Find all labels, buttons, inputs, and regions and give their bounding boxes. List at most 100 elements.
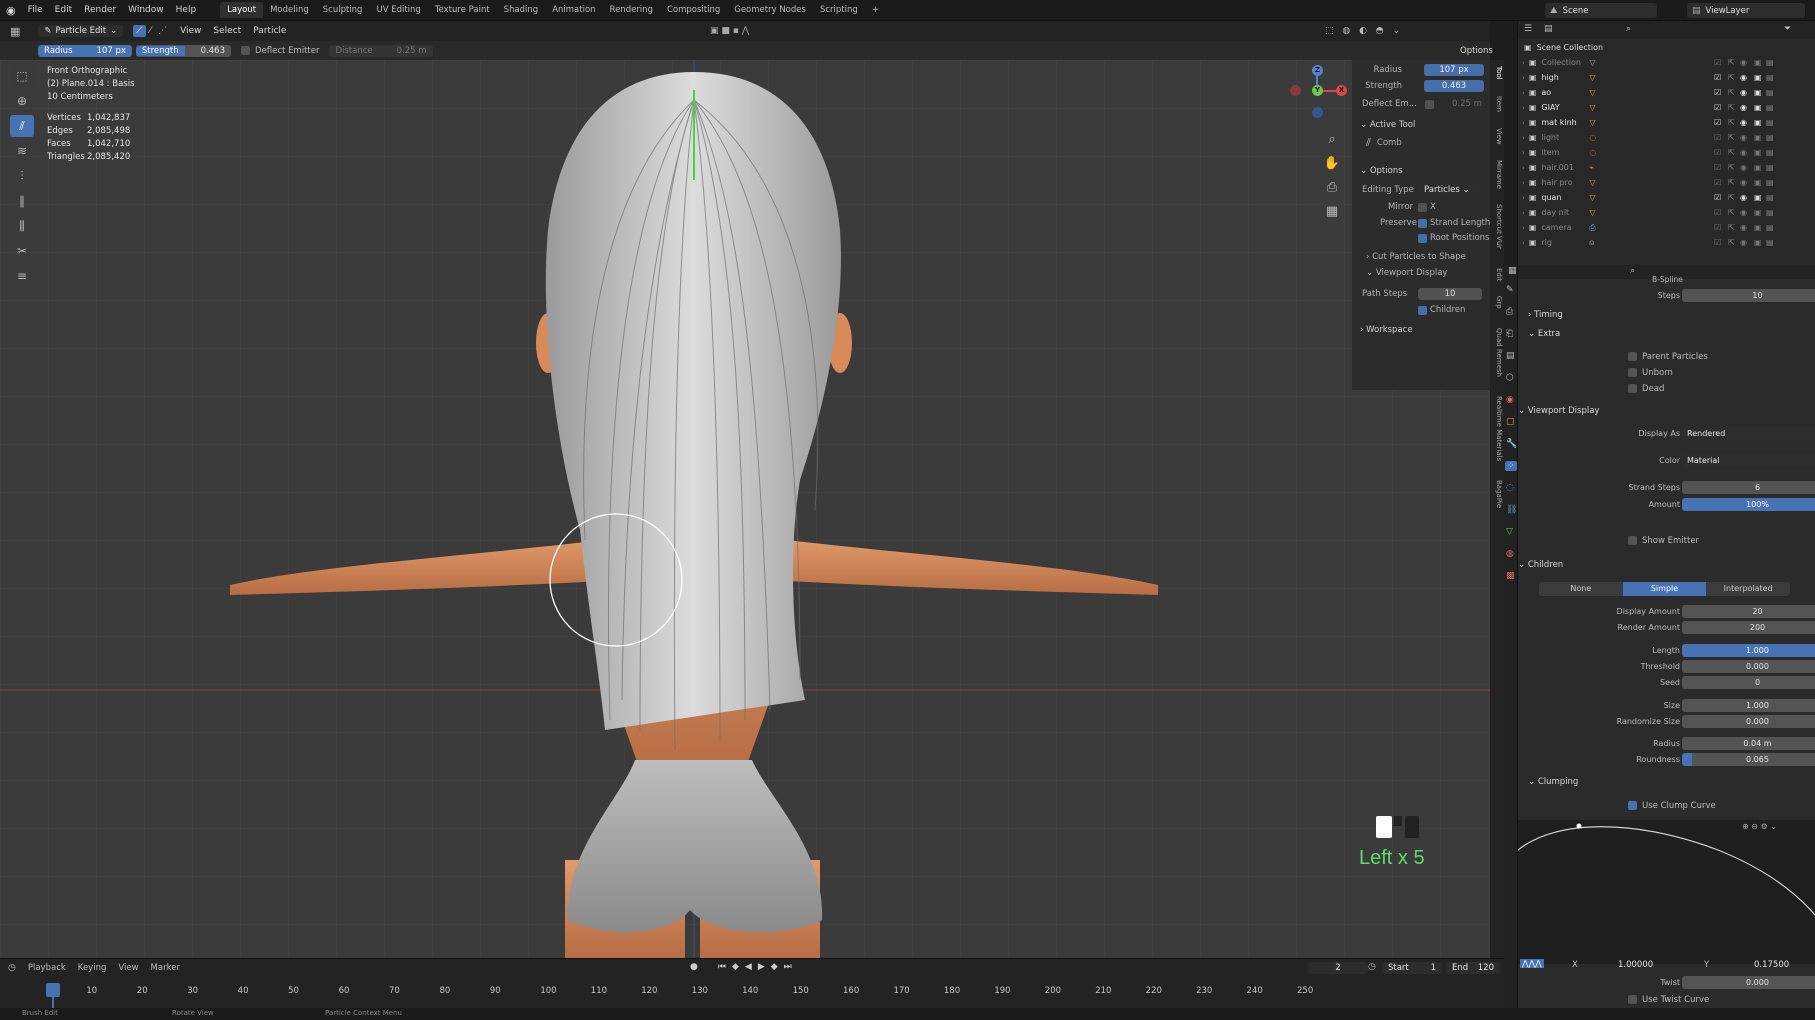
np-mirror-checkbox[interactable] (1418, 203, 1427, 212)
strength-field[interactable]: Strength 0.463 (135, 44, 231, 57)
select-arrow-icon[interactable]: ⇱ (1728, 118, 1735, 127)
display-mode-icon[interactable]: ▤ (1544, 24, 1553, 34)
eye-icon[interactable]: ◉ (1740, 73, 1747, 82)
scene-props-icon[interactable]: ⬡ (1506, 373, 1514, 383)
menu-file[interactable]: File (22, 5, 49, 15)
start-frame-field[interactable]: Start 1 (1382, 962, 1442, 974)
holdout-icon[interactable]: ▤ (1766, 148, 1774, 157)
expand-arrow-icon[interactable]: › (1522, 224, 1525, 232)
outliner-item[interactable]: › ▣ item ◌ ☑ ⇱ ◉ ▣ ▤ (1518, 145, 1815, 160)
holdout-icon[interactable]: ▤ (1766, 208, 1774, 217)
eye-icon[interactable]: ◉ (1740, 208, 1747, 217)
navigation-gizmo[interactable]: Z X Y (1290, 65, 1350, 125)
section-clumping[interactable]: ⌄ Clumping (1518, 777, 1815, 793)
curve-handle-icons[interactable]: ⋀⋀⋀ (1520, 959, 1544, 968)
3d-viewport[interactable]: Front Orthographic (2) Plane.014 : Basis… (0, 60, 1490, 958)
prop-unborn[interactable]: Unborn (1518, 366, 1815, 381)
expand-arrow-icon[interactable]: › (1522, 74, 1525, 82)
tab-compositing[interactable]: Compositing (660, 2, 727, 18)
material-props-icon[interactable]: ◍ (1506, 549, 1514, 559)
camera-view-icon[interactable]: ⎙ (1322, 180, 1342, 200)
outliner-item[interactable]: › ▣ day nit ▽ ☑ ⇱ ◉ ▣ ▤ (1518, 205, 1815, 220)
np-children-checkbox[interactable] (1418, 306, 1427, 315)
outliner-item[interactable]: › ▣ ao ▽ ☑ ⇱ ◉ ▣ ▤ (1518, 85, 1815, 100)
select-mode-tip-icon[interactable]: ⋰ (155, 25, 170, 37)
sidetab-realtime-materials[interactable]: Realtime Materials (1491, 396, 1503, 461)
prop-use-clump-curve[interactable]: Use Clump Curve (1518, 799, 1815, 814)
eye-icon[interactable]: ◉ (1740, 178, 1747, 187)
clump-curve-widget[interactable]: ⊕ ⊖ ⚙ ⌄ (1518, 820, 1815, 964)
render-camera-icon[interactable]: ▣ (1754, 88, 1762, 97)
eye-icon[interactable]: ◉ (1740, 148, 1747, 157)
expand-arrow-icon[interactable]: › (1522, 209, 1525, 217)
tab-sculpting[interactable]: Sculpting (316, 2, 370, 18)
expand-arrow-icon[interactable]: › (1522, 104, 1525, 112)
select-arrow-icon[interactable]: ⇱ (1728, 88, 1735, 97)
tab-texture-paint[interactable]: Texture Paint (428, 2, 497, 18)
render-props-icon[interactable]: ⎙ (1506, 307, 1513, 317)
output-props-icon[interactable]: ⎗ (1506, 329, 1513, 339)
holdout-icon[interactable]: ▤ (1766, 73, 1774, 82)
play-icon[interactable]: ▶ (758, 962, 765, 972)
menu-timeline-view[interactable]: View (118, 963, 138, 973)
render-camera-icon[interactable]: ▣ (1754, 58, 1762, 67)
select-arrow-icon[interactable]: ⇱ (1728, 238, 1735, 247)
select-mode-path-icon[interactable]: ⟋ (133, 25, 146, 37)
outliner-search-icon[interactable]: ⌕ (1626, 24, 1631, 34)
holdout-icon[interactable]: ▤ (1766, 178, 1774, 187)
tool-props-icon[interactable]: ✎ (1506, 285, 1514, 295)
tab-geometry-nodes[interactable]: Geometry Nodes (727, 2, 813, 18)
outliner-scene-collection[interactable]: ▣ Scene Collection (1518, 40, 1815, 55)
object-props-icon[interactable]: ▢ (1506, 417, 1515, 427)
eye-icon[interactable]: ◉ (1740, 58, 1747, 67)
render-camera-icon[interactable]: ▣ (1754, 238, 1762, 247)
render-camera-icon[interactable]: ▣ (1754, 133, 1762, 142)
holdout-icon[interactable]: ▤ (1766, 193, 1774, 202)
tool-puff-icon[interactable]: ⫼ (10, 215, 34, 237)
holdout-icon[interactable]: ▤ (1766, 238, 1774, 247)
mode-dropdown[interactable]: ✎ Particle Edit ⌄ (38, 25, 124, 37)
np-options-header[interactable]: ⌄ Options (1360, 166, 1403, 176)
holdout-icon[interactable]: ▤ (1766, 223, 1774, 232)
child-mode-simple[interactable]: Simple (1622, 582, 1707, 596)
expand-arrow-icon[interactable]: › (1522, 134, 1525, 142)
current-frame-field[interactable]: 2 (1308, 962, 1368, 974)
np-strand-lengths-checkbox[interactable] (1418, 219, 1427, 228)
tab-rendering[interactable]: Rendering (603, 2, 660, 18)
menu-edit[interactable]: Edit (49, 5, 78, 15)
menu-view[interactable]: View (174, 26, 207, 36)
np-root-positions-checkbox[interactable] (1418, 234, 1427, 243)
zoom-icon[interactable]: ⌕ (1322, 132, 1342, 152)
select-arrow-icon[interactable]: ⇱ (1728, 193, 1735, 202)
gizmo-x-icon[interactable]: X (1336, 85, 1347, 96)
tab-animation[interactable]: Animation (545, 2, 602, 18)
child-mode-none[interactable]: None (1539, 582, 1623, 596)
tab-uv-editing[interactable]: UV Editing (369, 2, 427, 18)
np-deflect-distance[interactable]: 0.25 m (1452, 99, 1482, 109)
select-arrow-icon[interactable]: ⇱ (1728, 223, 1735, 232)
holdout-icon[interactable]: ▤ (1766, 163, 1774, 172)
holdout-icon[interactable]: ▤ (1766, 88, 1774, 97)
editor-type-icon[interactable]: ▦ (10, 25, 20, 38)
distance-field[interactable]: Distance 0.25 m (329, 44, 433, 57)
menu-marker[interactable]: Marker (151, 963, 180, 973)
prop-dead[interactable]: Dead (1518, 382, 1815, 397)
render-camera-icon[interactable]: ▣ (1754, 103, 1762, 112)
viewport-shading-icons[interactable]: ⬚ ◍ ◐ ◓ ⌄ (1325, 26, 1403, 36)
sidetab-tool[interactable]: Tool (1491, 66, 1503, 80)
outliner-item[interactable]: › ▣ hair pro ▽ ☑ ⇱ ◉ ▣ ▤ (1518, 175, 1815, 190)
eye-icon[interactable]: ◉ (1740, 238, 1747, 247)
expand-arrow-icon[interactable]: › (1522, 89, 1525, 97)
tool-add-icon[interactable]: ⫶ (10, 165, 34, 187)
select-arrow-icon[interactable]: ⇱ (1728, 163, 1735, 172)
sidetab-bagapie[interactable]: BagaPie (1491, 480, 1503, 508)
expand-arrow-icon[interactable]: › (1522, 179, 1525, 187)
tool-smooth-icon[interactable]: ≋ (10, 140, 34, 162)
menu-help[interactable]: Help (170, 5, 203, 15)
select-arrow-icon[interactable]: ⇱ (1728, 73, 1735, 82)
scene-name[interactable]: Scene (1563, 6, 1589, 16)
outliner-editor-icon[interactable]: ☰ (1524, 24, 1532, 34)
render-camera-icon[interactable]: ▣ (1754, 178, 1762, 187)
overlay-icons[interactable]: ▣ ■ ▪ ⋀ (710, 26, 749, 36)
select-arrow-icon[interactable]: ⇱ (1728, 133, 1735, 142)
